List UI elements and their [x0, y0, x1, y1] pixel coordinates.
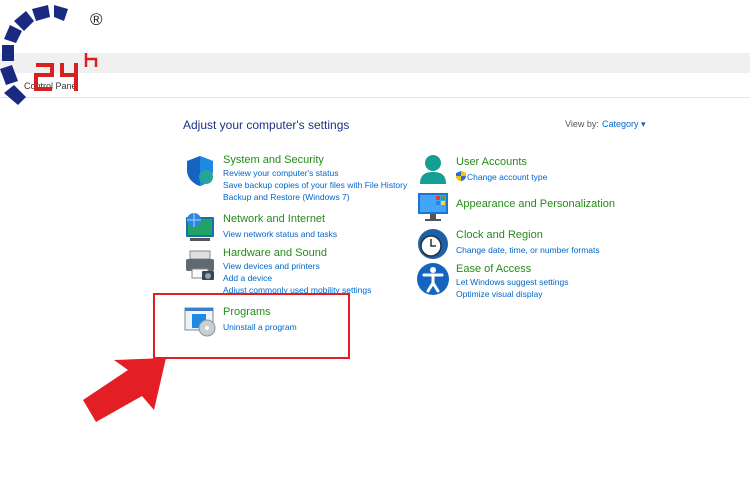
title-bar	[0, 53, 750, 73]
printer-icon	[186, 250, 214, 280]
category-hardware-sound[interactable]: Hardware and Sound	[223, 247, 327, 259]
link-add-device[interactable]: Add a device	[223, 273, 272, 283]
view-by-dropdown[interactable]: Category ▾	[602, 119, 646, 130]
user-accounts-icon	[420, 155, 446, 184]
uac-shield-icon	[456, 171, 466, 181]
category-ease-of-access[interactable]: Ease of Access	[456, 263, 531, 275]
link-suggest-settings[interactable]: Let Windows suggest settings	[456, 277, 568, 287]
category-appearance[interactable]: Appearance and Personalization	[456, 198, 615, 210]
link-optimize-visual[interactable]: Optimize visual display	[456, 289, 542, 299]
link-date-time-formats[interactable]: Change date, time, or number formats	[456, 245, 600, 255]
network-globe-icon	[186, 213, 214, 241]
link-network-status[interactable]: View network status and tasks	[223, 229, 337, 239]
link-backup-restore[interactable]: Backup and Restore (Windows 7)	[223, 192, 350, 202]
registered-mark: ®	[90, 10, 103, 29]
red-arrow-icon	[83, 358, 166, 422]
category-clock-region[interactable]: Clock and Region	[456, 229, 543, 241]
category-network-internet[interactable]: Network and Internet	[223, 213, 325, 225]
link-devices-printers[interactable]: View devices and printers	[223, 261, 320, 271]
view-by-label: View by:	[565, 119, 599, 129]
link-change-account-type[interactable]: Change account type	[467, 172, 547, 182]
address-bar[interactable]	[0, 75, 750, 98]
ease-of-access-icon	[417, 263, 449, 295]
link-file-history[interactable]: Save backup copies of your files with Fi…	[223, 180, 407, 190]
page-title: Adjust your computer's settings	[183, 118, 350, 132]
highlight-box	[153, 293, 350, 359]
category-system-security[interactable]: System and Security	[223, 154, 324, 166]
link-review-status[interactable]: Review your computer's status	[223, 168, 338, 178]
clock-region-icon	[418, 229, 448, 259]
shield-icon	[187, 156, 213, 186]
category-user-accounts[interactable]: User Accounts	[456, 156, 527, 168]
appearance-monitor-icon	[418, 193, 448, 221]
